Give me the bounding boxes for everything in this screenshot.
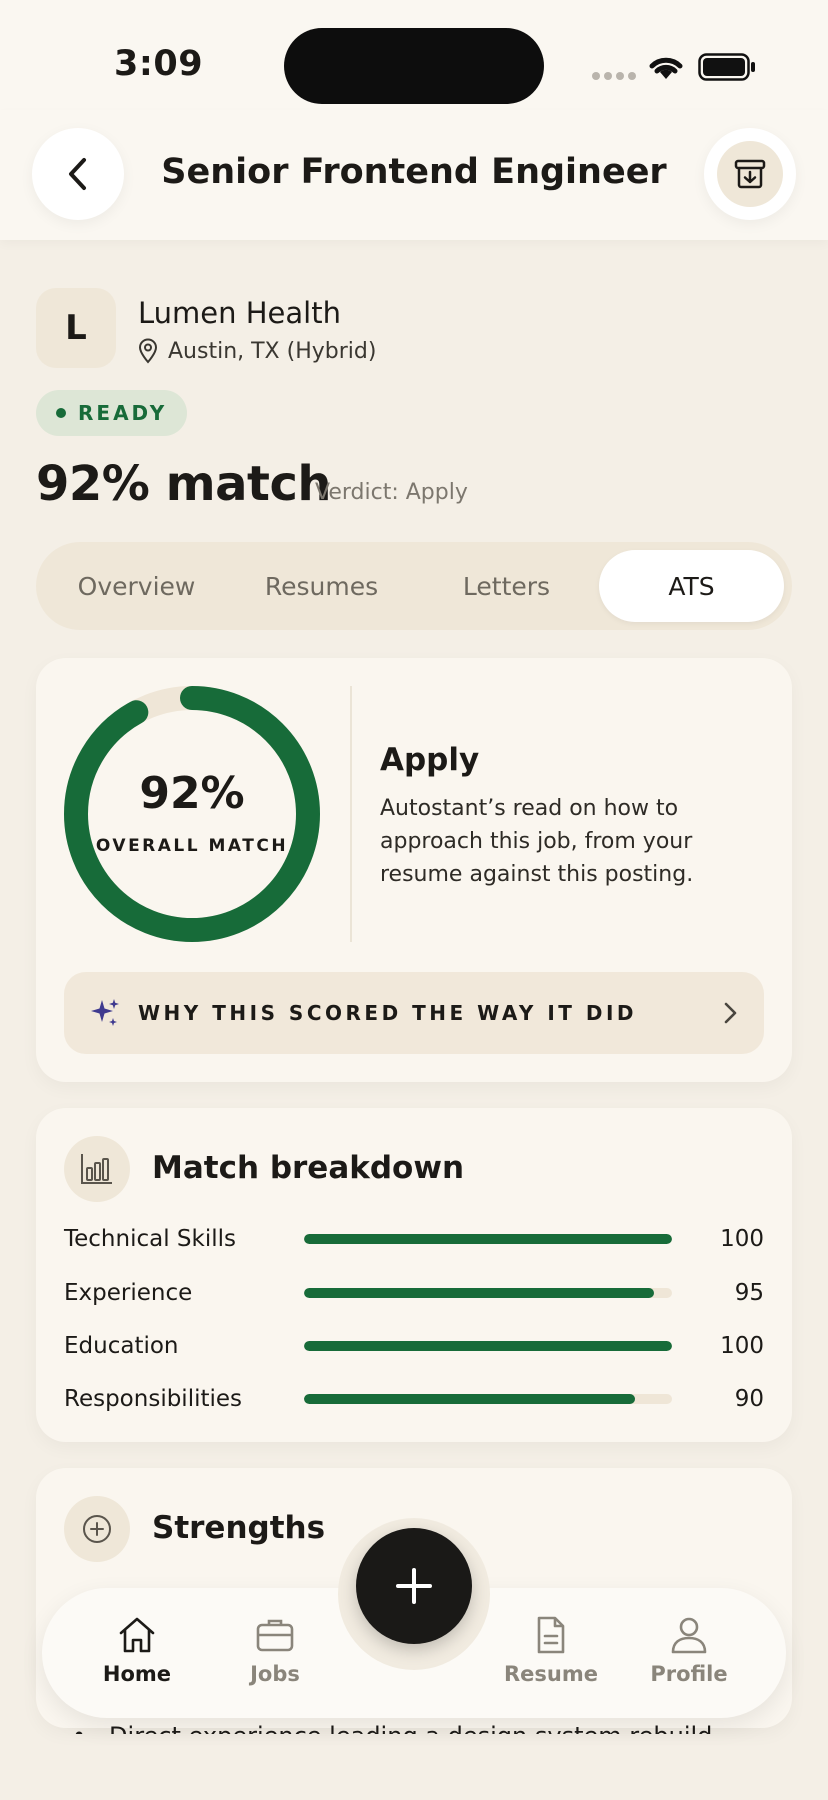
wifi-icon bbox=[649, 57, 683, 79]
breakdown-track bbox=[304, 1341, 672, 1351]
breakdown-label: Responsibilities bbox=[64, 1386, 243, 1412]
tab-letters[interactable]: Letters bbox=[414, 550, 599, 622]
user-icon bbox=[671, 1617, 707, 1654]
chevron-left-icon bbox=[69, 158, 86, 190]
breakdown-value: 100 bbox=[720, 1333, 764, 1359]
status-bar: 3:09 bbox=[0, 0, 828, 110]
battery-icon bbox=[698, 53, 755, 81]
nav-resume-label: Resume bbox=[504, 1662, 598, 1686]
breakdown-value: 100 bbox=[720, 1226, 764, 1252]
status-badge: READY bbox=[36, 390, 188, 436]
page-title: Senior Frontend Engineer bbox=[161, 152, 667, 192]
match-breakdown-card: Match breakdown Technical Skills 100 Exp… bbox=[36, 1108, 792, 1442]
briefcase-icon bbox=[256, 1619, 294, 1652]
app-header: Senior Frontend Engineer bbox=[0, 110, 828, 240]
breakdown-track bbox=[304, 1234, 672, 1244]
why-scored-button[interactable]: WHY THIS SCORED THE WAY IT DID bbox=[64, 972, 764, 1054]
breakdown-track bbox=[304, 1394, 672, 1404]
company-name: Lumen Health bbox=[138, 296, 341, 330]
match-title: 92% match bbox=[36, 456, 332, 512]
back-button[interactable] bbox=[32, 128, 124, 220]
home-icon bbox=[119, 1617, 155, 1653]
status-time: 3:09 bbox=[114, 44, 204, 84]
verdict-text: Verdict: Apply bbox=[315, 480, 468, 505]
breakdown-label: Technical Skills bbox=[64, 1226, 236, 1252]
ring-label: OVERALL MATCH bbox=[95, 836, 289, 856]
tab-overview[interactable]: Overview bbox=[44, 550, 229, 622]
signal-icon bbox=[592, 72, 636, 80]
breakdown-row: Education 100 bbox=[64, 1329, 764, 1363]
breakdown-fill bbox=[304, 1394, 636, 1404]
nav-jobs-label: Jobs bbox=[250, 1662, 300, 1686]
nav-home-label: Home bbox=[102, 1662, 172, 1686]
location-text: Austin, TX (Hybrid) bbox=[168, 338, 377, 364]
breakdown-row: Responsibilities 90 bbox=[64, 1382, 764, 1416]
strengths-icon-wrap bbox=[64, 1496, 130, 1562]
tab-ats[interactable]: ATS bbox=[599, 550, 784, 622]
strength-item-text: Direct experience leading a design syste… bbox=[109, 1722, 712, 1734]
chevron-right-icon bbox=[724, 1002, 737, 1024]
plus-icon bbox=[396, 1568, 432, 1604]
breakdown-label: Experience bbox=[64, 1280, 193, 1306]
archive-icon bbox=[734, 159, 766, 189]
breakdown-icon-wrap bbox=[64, 1136, 130, 1202]
breakdown-fill bbox=[304, 1341, 672, 1351]
breakdown-fill bbox=[304, 1288, 654, 1298]
plus-circle-icon bbox=[83, 1515, 111, 1543]
company-avatar: L bbox=[36, 288, 116, 368]
tab-resumes[interactable]: Resumes bbox=[229, 550, 414, 622]
breakdown-title: Match breakdown bbox=[152, 1150, 465, 1186]
why-scored-label: WHY THIS SCORED THE WAY IT DID bbox=[138, 1001, 638, 1025]
status-dot-icon bbox=[56, 408, 66, 418]
nav-profile-label: Profile bbox=[650, 1662, 728, 1686]
nav-resume[interactable]: Resume bbox=[496, 1614, 606, 1686]
add-button[interactable] bbox=[356, 1528, 472, 1644]
document-icon bbox=[537, 1616, 565, 1654]
breakdown-row: Technical Skills 100 bbox=[64, 1222, 764, 1256]
company-location: Austin, TX (Hybrid) bbox=[138, 338, 376, 364]
breakdown-row: Experience 95 bbox=[64, 1276, 764, 1310]
breakdown-value: 95 bbox=[734, 1280, 764, 1306]
archive-button[interactable] bbox=[704, 128, 796, 220]
nav-home[interactable]: Home bbox=[82, 1614, 192, 1686]
verdict-title: Apply bbox=[380, 742, 480, 778]
nav-profile[interactable]: Profile bbox=[634, 1614, 744, 1686]
nav-jobs[interactable]: Jobs bbox=[220, 1614, 330, 1686]
breakdown-track bbox=[304, 1288, 672, 1298]
sparkle-icon bbox=[91, 999, 119, 1026]
breakdown-label: Education bbox=[64, 1333, 179, 1359]
strength-bullet-icon: • bbox=[72, 1722, 109, 1734]
divider bbox=[350, 686, 352, 942]
bar-chart-icon bbox=[81, 1154, 112, 1184]
tab-bar: Overview Resumes Letters ATS bbox=[36, 542, 792, 630]
breakdown-value: 90 bbox=[734, 1386, 764, 1412]
status-badge-label: READY bbox=[78, 401, 168, 425]
location-pin-icon bbox=[138, 338, 158, 364]
ring-percent: 92% bbox=[139, 768, 245, 819]
strengths-title: Strengths bbox=[152, 1510, 326, 1546]
verdict-description: Autostant’s read on how to approach this… bbox=[380, 796, 694, 887]
score-card: 92% OVERALL MATCH Apply Autostant’s read… bbox=[36, 658, 792, 1082]
strength-item: • Direct experience leading a design sys… bbox=[72, 1716, 772, 1734]
dynamic-island bbox=[284, 28, 544, 104]
breakdown-fill bbox=[304, 1234, 672, 1244]
